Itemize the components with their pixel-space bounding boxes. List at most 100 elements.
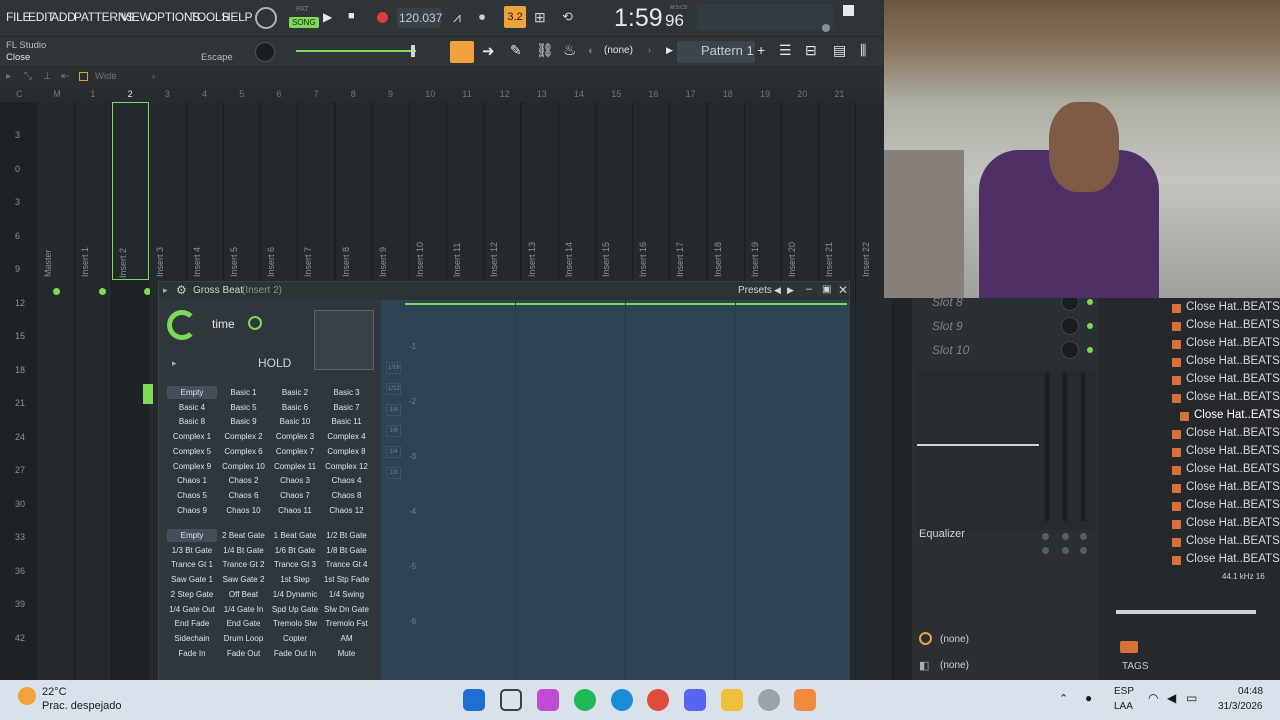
preset-button[interactable]: Complex 11 xyxy=(270,460,320,473)
snap-button[interactable]: 3.2 xyxy=(504,6,526,28)
file-item[interactable]: Close Hat..BEATS (19) xyxy=(1186,463,1280,475)
preset-button[interactable]: 1/3 Bt Gate xyxy=(167,544,217,557)
preset-button[interactable]: Chaos 3 xyxy=(270,474,320,487)
wait-record-icon[interactable]: ⏺ xyxy=(479,10,485,25)
preset-button[interactable]: 1 Beat Gate xyxy=(270,529,320,542)
tempo-display[interactable]: 120.037 xyxy=(397,8,442,28)
plugin-arrow-icon[interactable]: ▸ xyxy=(163,285,168,296)
master-volume-slider[interactable] xyxy=(296,50,416,52)
preset-button[interactable]: Complex 4 xyxy=(322,430,372,443)
tool-icon-1[interactable]: ⤡ xyxy=(24,71,32,82)
preset-button[interactable]: Chaos 10 xyxy=(219,504,269,517)
eq-fader-1[interactable] xyxy=(1045,373,1049,521)
preset-button[interactable]: Chaos 1 xyxy=(167,474,217,487)
master-volume-handle[interactable] xyxy=(411,45,415,57)
preset-button[interactable]: Drum Loop xyxy=(219,632,269,645)
preset-button[interactable]: Complex 10 xyxy=(219,460,269,473)
layout-mode[interactable]: Wide xyxy=(95,71,117,82)
preset-button[interactable]: Basic 10 xyxy=(270,415,320,428)
menu-view[interactable]: VIEW xyxy=(121,10,151,24)
time-mode-label[interactable]: time xyxy=(212,317,235,331)
pencil-icon[interactable]: ✎ xyxy=(510,42,522,59)
routing-clock-icon[interactable] xyxy=(919,632,932,645)
routing-out-icon[interactable]: ◧ xyxy=(919,659,929,672)
preset-button[interactable]: 1/4 Gate In xyxy=(219,603,269,616)
mixer-faders-icon[interactable]: ⫼ xyxy=(860,42,866,59)
close-icon[interactable]: ✕ xyxy=(838,283,848,297)
wifi-icon[interactable]: ◠ xyxy=(1148,691,1158,705)
arrow-right-icon[interactable]: ➜ xyxy=(482,42,495,60)
effect-slot[interactable]: Slot 10 xyxy=(932,343,969,357)
eq-curve[interactable] xyxy=(917,444,1039,446)
preset-button[interactable]: 1st Stp Fade xyxy=(322,573,372,586)
envelope-graph[interactable]: -1 -2 -3 -4 -5 -6 1/16 1/12 1/8 1/6 1/4 1/3 xyxy=(381,300,849,681)
window-restore-icon[interactable] xyxy=(843,5,854,16)
preset-button[interactable]: Complex 3 xyxy=(270,430,320,443)
sample-type-icon[interactable] xyxy=(1120,641,1138,653)
preset-button[interactable]: Off Beat xyxy=(219,588,269,601)
preset-button[interactable]: Sidechain xyxy=(167,632,217,645)
preset-button[interactable]: Chaos 7 xyxy=(270,489,320,502)
file-item[interactable]: Close Hat..BEATS (14) xyxy=(1186,373,1280,385)
insert2-fader[interactable] xyxy=(143,384,153,404)
grid-size-button[interactable]: 1/3 xyxy=(386,467,401,479)
file-item[interactable]: Close Hat..BEATS (12) xyxy=(1186,337,1280,349)
grid-size-button[interactable]: 1/16 xyxy=(386,362,401,374)
preset-button[interactable]: Mute xyxy=(322,647,372,660)
preset-button[interactable]: Trance Gt 4 xyxy=(322,558,372,571)
preset-button[interactable]: 1st Step xyxy=(270,573,320,586)
time-format-label[interactable]: M:S:CS xyxy=(670,5,687,11)
track-active-led[interactable] xyxy=(53,288,60,295)
preset-button[interactable]: 1/4 Swing xyxy=(322,588,372,601)
preset-button[interactable]: Tremolo Fst xyxy=(322,617,372,630)
file-item[interactable]: Close Hat..BEATS (17) xyxy=(1186,427,1280,439)
preset-button[interactable]: 2 Step Gate xyxy=(167,588,217,601)
track-active-led[interactable] xyxy=(98,288,106,295)
mixer-track-1[interactable]: Insert 1 xyxy=(75,102,113,680)
preset-button[interactable]: Basic 9 xyxy=(219,415,269,428)
add-pattern-icon[interactable]: + xyxy=(757,42,765,58)
preset-button[interactable]: 1/8 Bt Gate xyxy=(322,544,372,557)
discord-icon[interactable] xyxy=(684,689,706,711)
preset-button[interactable]: Chaos 12 xyxy=(322,504,372,517)
preset-button[interactable]: Chaos 2 xyxy=(219,474,269,487)
hold-button[interactable]: HOLD xyxy=(258,356,291,370)
expand-icon[interactable]: ▸ xyxy=(172,358,177,369)
slot-enable-led[interactable] xyxy=(1087,299,1093,305)
preset-button[interactable]: End Fade xyxy=(167,617,217,630)
mixer-track-0[interactable]: Master xyxy=(38,102,75,680)
plugin-titlebar[interactable]: ▸ ⚙ Gross Beat (Insert 2) Presets ◀ ▶ – … xyxy=(159,282,849,300)
preset-button[interactable]: Basic 11 xyxy=(322,415,372,428)
preset-button[interactable]: Saw Gate 1 xyxy=(167,573,217,586)
loop-record-icon[interactable]: ⟲ xyxy=(562,9,573,25)
preset-button[interactable]: Fade Out xyxy=(219,647,269,660)
clock-date[interactable]: 31/3/2026 xyxy=(1218,701,1263,712)
grid-size-button[interactable]: 1/4 xyxy=(386,446,401,458)
tags-label[interactable]: TAGS xyxy=(1122,661,1148,672)
preset-button[interactable]: Complex 5 xyxy=(167,445,217,458)
clock-time[interactable]: 04:48 xyxy=(1238,686,1263,697)
task-view-icon[interactable] xyxy=(500,689,522,711)
stamp-icon[interactable]: ♨ xyxy=(563,41,576,59)
mixer-icon[interactable]: ▤ xyxy=(833,42,846,59)
preset-button[interactable]: Complex 1 xyxy=(167,430,217,443)
fl-studio-taskbar-icon[interactable] xyxy=(794,689,816,711)
plugin-gear-icon[interactable]: ⚙ xyxy=(176,283,187,297)
preset-button[interactable]: AM xyxy=(322,632,372,645)
eq-knob-2[interactable] xyxy=(1062,533,1069,540)
preset-button[interactable]: Spd Up Gate xyxy=(270,603,320,616)
preset-button[interactable]: Complex 8 xyxy=(322,445,372,458)
record-icon[interactable] xyxy=(377,12,388,23)
weather-icon[interactable] xyxy=(18,687,36,705)
routing-in[interactable]: (none) xyxy=(940,634,969,645)
preset-prev-icon[interactable]: ◀ xyxy=(774,285,781,296)
piano-roll-button[interactable] xyxy=(450,41,474,63)
routing-out[interactable]: (none) xyxy=(940,660,969,671)
link-icon[interactable]: ⛓ xyxy=(536,42,554,59)
file-item[interactable]: Close Hat..BEATS (23) xyxy=(1186,535,1280,547)
effect-slot[interactable]: Slot 9 xyxy=(932,319,963,333)
pattern-arrow-icon[interactable]: ▶ xyxy=(666,45,673,56)
preset-button[interactable]: Basic 4 xyxy=(167,401,217,414)
pattern-name[interactable]: Pattern 1 xyxy=(701,43,754,58)
preset-button[interactable]: 1/6 Bt Gate xyxy=(270,544,320,557)
